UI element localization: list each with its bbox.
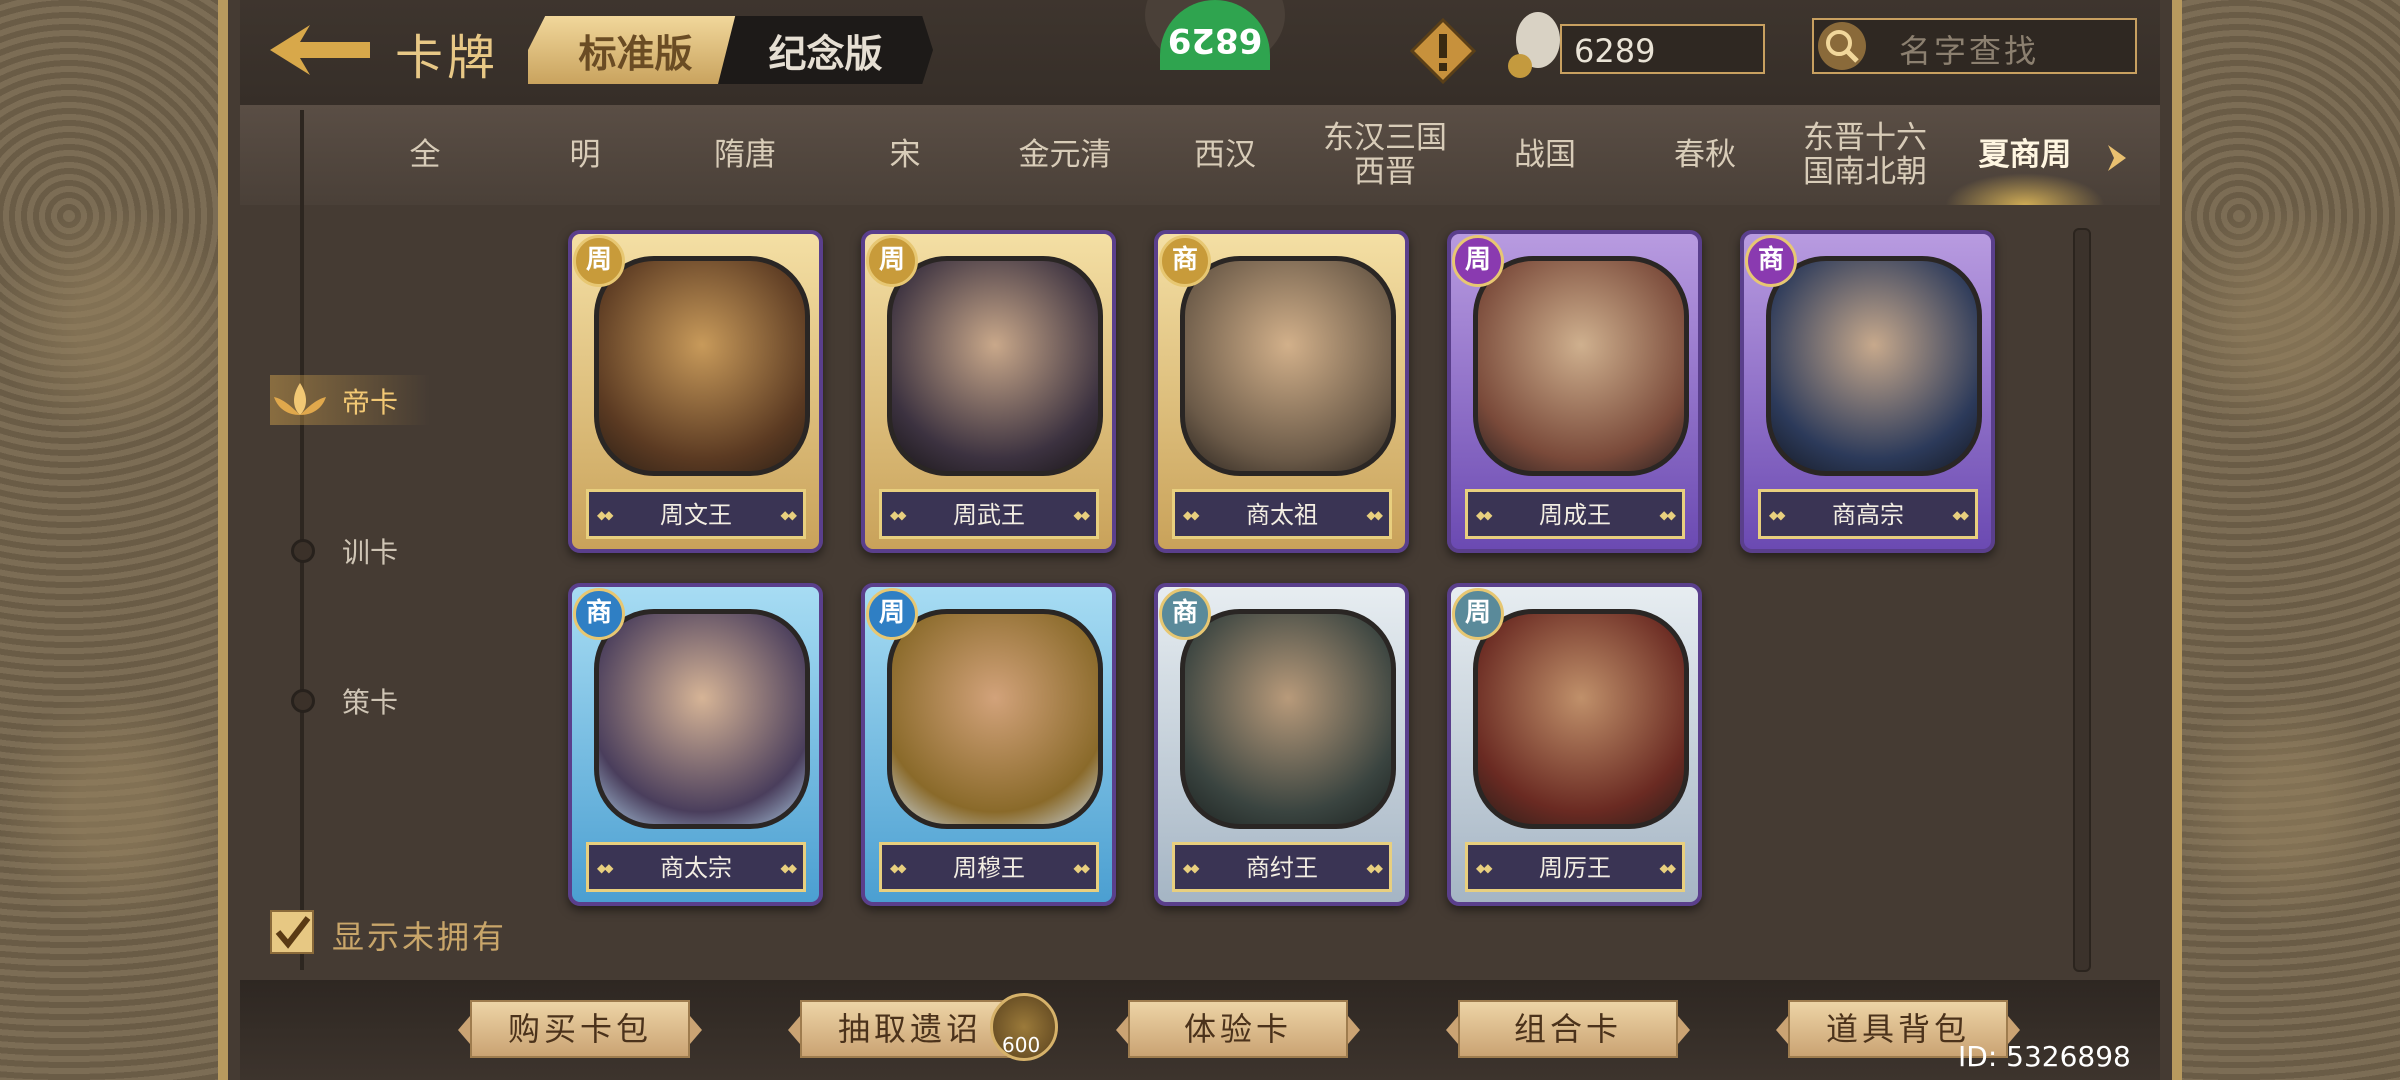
card-name: 周穆王: [879, 842, 1099, 892]
era-tab-chunqiu[interactable]: 春秋: [1625, 105, 1785, 205]
draw-edict-button[interactable]: 抽取遗诏: [788, 1000, 1032, 1058]
back-arrow-icon[interactable]: [270, 20, 370, 80]
trial-card-button[interactable]: 体验卡: [1116, 1000, 1360, 1058]
card-name: 周武王: [879, 489, 1099, 539]
page-title: 卡牌: [395, 30, 500, 86]
dynasty-badge: 周: [866, 588, 918, 640]
era-tab-all[interactable]: 全: [345, 105, 505, 205]
user-id: ID: 5326898: [1958, 1040, 2131, 1073]
portrait: [1766, 256, 1982, 476]
top-badge[interactable]: 6829: [1145, 0, 1285, 70]
card-name: 商高宗: [1758, 489, 1978, 539]
tab-standard-edition[interactable]: 标准版: [528, 16, 743, 84]
era-tab-zhanguo[interactable]: 战国: [1465, 105, 1625, 205]
card-zhou-li-wang[interactable]: 周 周厉王: [1447, 583, 1702, 906]
card-zhou-mu-wang[interactable]: 周 周穆王: [861, 583, 1116, 906]
draw-cost: 600: [1002, 1033, 1041, 1057]
card-shang-gao-zong[interactable]: 商 商高宗: [1740, 230, 1995, 553]
search-input[interactable]: 名字查找: [1812, 18, 2137, 74]
era-tab-song[interactable]: 宋: [825, 105, 985, 205]
currency-amount: 6289: [1560, 24, 1765, 74]
portrait: [887, 256, 1103, 476]
era-tab-donghan[interactable]: 东汉三国 西晋: [1305, 105, 1465, 205]
category-strategy[interactable]: 策卡: [270, 675, 430, 725]
era-tab-jinyuanqing[interactable]: 金元清: [985, 105, 1145, 205]
category-emperor[interactable]: 帝卡: [270, 375, 430, 425]
era-tab-dongjin[interactable]: 东晋十六 国南北朝: [1785, 105, 1945, 205]
card-name: 周文王: [586, 489, 806, 539]
portrait: [1473, 256, 1689, 476]
timeline-dot: [291, 539, 315, 563]
timeline-dot: [291, 689, 315, 713]
category-training[interactable]: 训卡: [270, 525, 430, 575]
portrait: [594, 609, 810, 829]
era-tab-xiashangzhou[interactable]: 夏商周: [1945, 105, 2105, 205]
card-zhou-wen-wang[interactable]: 周 周文王: [568, 230, 823, 553]
dynasty-badge: 周: [866, 235, 918, 287]
right-dragon-panel: [2170, 0, 2400, 1080]
dynasty-badge: 商: [1159, 235, 1211, 287]
dynasty-badge: 周: [1452, 588, 1504, 640]
tab-commemorative-edition[interactable]: 纪念版: [718, 16, 933, 84]
portrait: [1180, 256, 1396, 476]
era-tab-suitang[interactable]: 隋唐: [665, 105, 825, 205]
buy-card-pack-button[interactable]: 购买卡包: [458, 1000, 702, 1058]
warning-icon[interactable]: [1409, 17, 1477, 85]
portrait: [1180, 609, 1396, 829]
category-label: 训卡: [342, 536, 399, 569]
left-dragon-panel: [0, 0, 230, 1080]
dynasty-badge: 商: [1745, 235, 1797, 287]
card-shang-tai-zu[interactable]: 商 商太祖: [1154, 230, 1409, 553]
dynasty-badge: 商: [573, 588, 625, 640]
scrollbar[interactable]: [2073, 228, 2091, 972]
card-zhou-wu-wang[interactable]: 周 周武王: [861, 230, 1116, 553]
card-shang-zhou-wang[interactable]: 商 商纣王: [1154, 583, 1409, 906]
portrait: [887, 609, 1103, 829]
checkmark-icon: [275, 916, 311, 949]
card-shang-tai-zong[interactable]: 商 商太宗: [568, 583, 823, 906]
card-name: 商太宗: [586, 842, 806, 892]
search-placeholder: 名字查找: [1899, 32, 2040, 70]
card-zhou-cheng-wang[interactable]: 周 周成王: [1447, 230, 1702, 553]
era-tab-ming[interactable]: 明: [505, 105, 665, 205]
checkbox[interactable]: [270, 910, 314, 954]
card-name: 周成王: [1465, 489, 1685, 539]
card-name: 商纣王: [1172, 842, 1392, 892]
card-name: 商太祖: [1172, 489, 1392, 539]
category-label: 帝卡: [342, 386, 399, 419]
dynasty-badge: 商: [1159, 588, 1211, 640]
portrait: [1473, 609, 1689, 829]
chevron-right-icon[interactable]: [2104, 143, 2128, 173]
dynasty-badge: 周: [1452, 235, 1504, 287]
portrait: [594, 256, 810, 476]
search-icon: [1818, 22, 1866, 70]
dynasty-badge: 周: [573, 235, 625, 287]
era-tab-xihan[interactable]: 西汉: [1145, 105, 1305, 205]
show-unowned-label: 显示未拥有: [332, 918, 508, 956]
card-name: 周厉王: [1465, 842, 1685, 892]
lotus-icon: [270, 381, 330, 419]
category-label: 策卡: [342, 686, 399, 719]
combo-card-button[interactable]: 组合卡: [1446, 1000, 1690, 1058]
